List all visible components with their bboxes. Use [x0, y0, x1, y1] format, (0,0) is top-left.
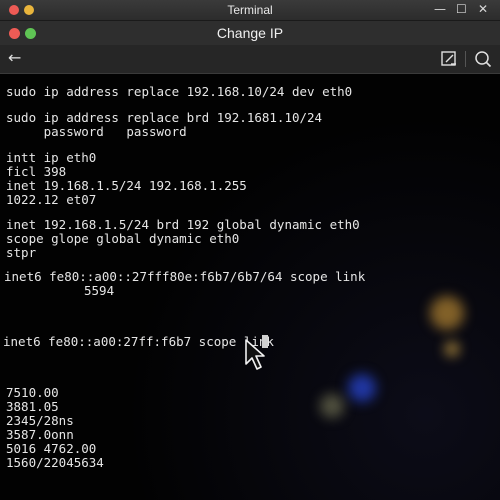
terminal-line: 3587.0onn [6, 427, 74, 442]
terminal-window: Terminal — ☐ ✕ Change IP ← sudo ip addre… [0, 0, 500, 500]
terminal-line: ficl 398 [6, 164, 67, 179]
terminal-line: 1022.12 et07 [6, 192, 97, 207]
terminal-line: 3881.05 [6, 399, 59, 414]
terminal-line: inet6 fe80::a00:27ff:f6b7 scope link [3, 334, 274, 349]
app-title: Change IP [216, 25, 284, 41]
terminal-line: sudo ip address replace brd 192.1681.10/… [6, 110, 323, 125]
bokeh-light [445, 342, 459, 356]
terminal-line: intt ip eth0 [6, 150, 97, 165]
os-title-bar: Terminal — ☐ ✕ [0, 0, 500, 21]
terminal-output[interactable]: sudo ip address replace 192.168.10/24 de… [0, 74, 500, 500]
terminal-line: stpr [6, 245, 37, 260]
terminal-line: scope glope global dynamic eth0 [6, 231, 240, 246]
toolbar-divider [465, 51, 466, 67]
terminal-line: 5016 4762.00 [6, 441, 97, 456]
mouse-pointer-icon [245, 339, 265, 370]
toolbar: ← [0, 45, 500, 74]
terminal-line: inet 192.168.1.5/24 brd 192 global dynam… [6, 217, 360, 232]
window-title: Terminal [227, 3, 273, 17]
terminal-line: sudo ip address replace 192.168.10/24 de… [6, 84, 353, 99]
maximize-button[interactable]: ☐ [456, 2, 467, 16]
search-icon[interactable] [474, 50, 492, 68]
bokeh-light [348, 374, 376, 402]
terminal-line: 2345/28ns [6, 413, 74, 428]
app-header: Change IP [0, 21, 500, 45]
terminal-line: 7510.00 [6, 385, 59, 400]
minimize-button[interactable]: — [434, 2, 446, 16]
bokeh-light [320, 394, 344, 418]
terminal-line: 1560/22045634 [6, 455, 104, 470]
arrow-left-icon[interactable]: ← [8, 48, 21, 67]
bokeh-light [430, 296, 464, 330]
terminal-line: inet6 fe80::a00::27fff80e:f6b7/6b7/64 sc… [4, 269, 366, 284]
terminal-line: inet 19.168.1.5/24 192.168.1.255 [6, 178, 247, 193]
close-button[interactable]: ✕ [478, 2, 488, 16]
edit-icon[interactable] [440, 50, 458, 68]
terminal-line: password password [6, 124, 187, 139]
terminal-line: 5594 [84, 283, 115, 298]
